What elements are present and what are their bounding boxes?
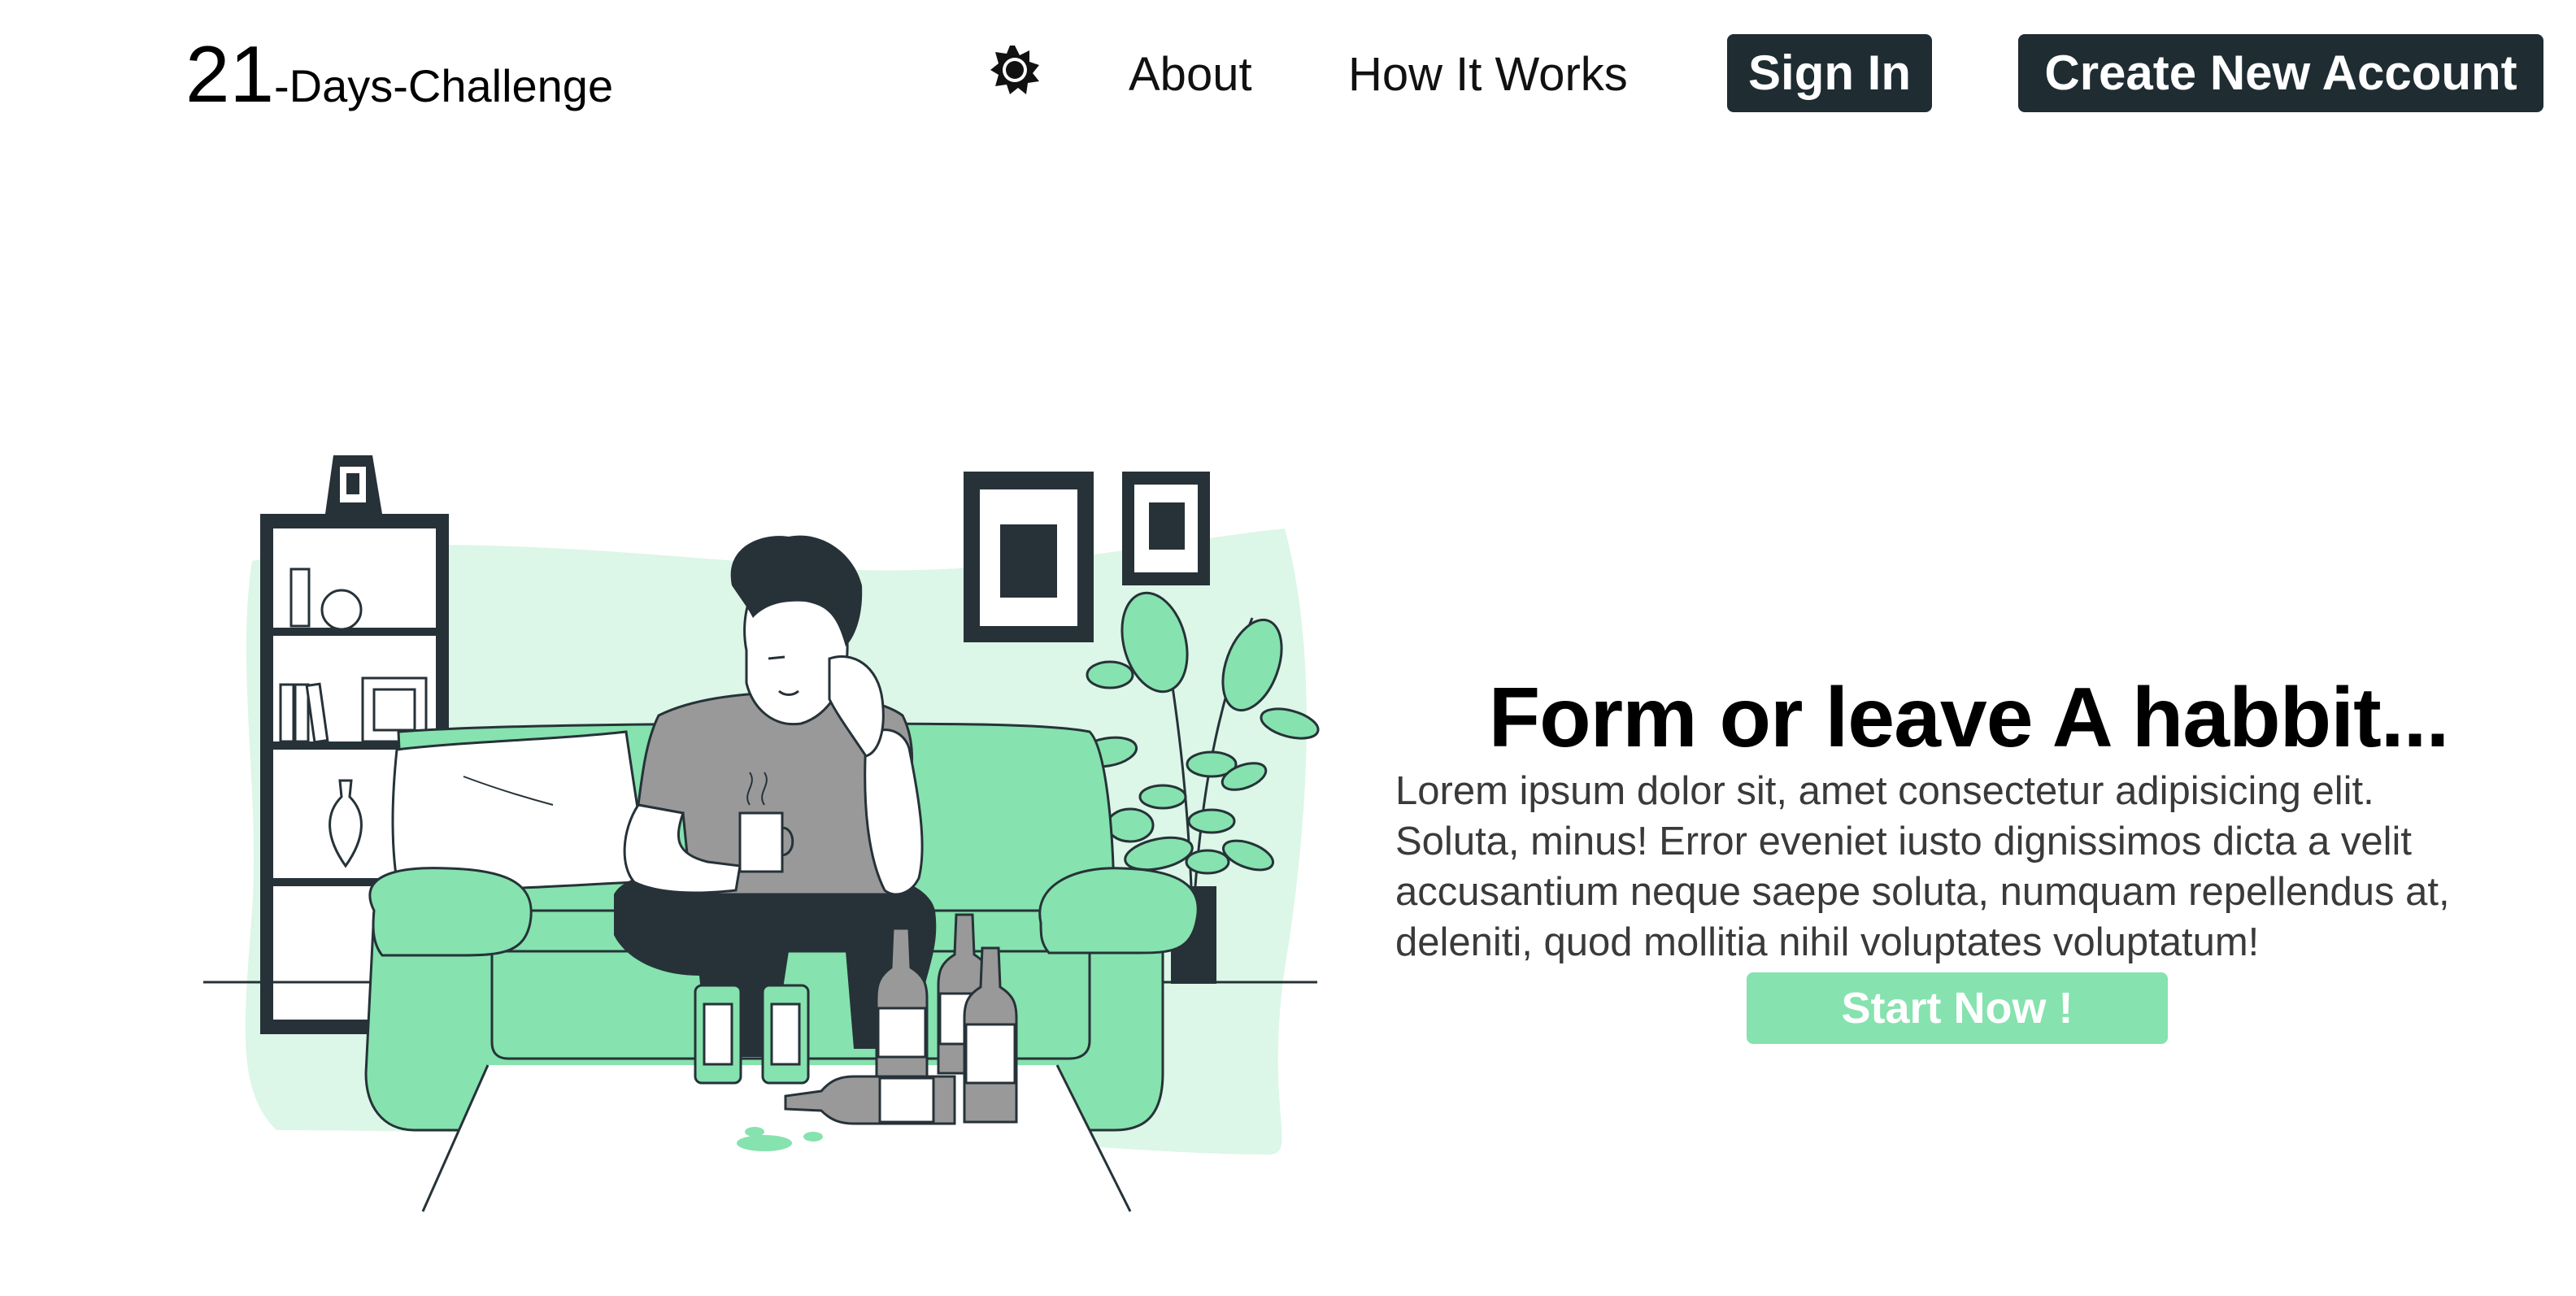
start-now-button[interactable]: Start Now ! (1747, 972, 2168, 1044)
sign-in-button[interactable]: Sign In (1727, 34, 1932, 112)
hero-title: Form or leave A habbit... (1488, 671, 2450, 765)
logo-number: 21 (185, 29, 275, 119)
sun-icon (990, 46, 1039, 94)
create-account-button[interactable]: Create New Account (2018, 34, 2543, 112)
hero-description: Lorem ipsum dolor sit, amet consectetur … (1395, 769, 2450, 964)
man-on-couch-illustration (203, 455, 1320, 1212)
theme-toggle-button[interactable] (986, 41, 1044, 99)
logo-text: -Days-Challenge (274, 60, 614, 111)
nav-link-how-it-works[interactable]: How It Works (1348, 42, 1628, 107)
nav-link-about[interactable]: About (1129, 42, 1252, 107)
site-logo[interactable]: 21 -Days-Challenge (185, 29, 613, 119)
